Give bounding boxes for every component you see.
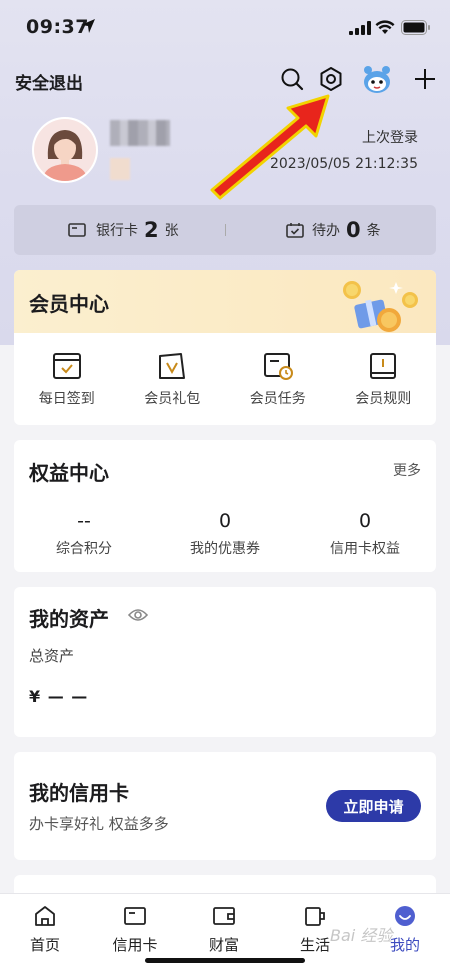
member-center-grid: 每日签到 会员礼包 会员任务 会员规则: [14, 352, 436, 412]
logout-button[interactable]: 安全退出: [15, 69, 83, 94]
bank-card-count-item[interactable]: 银行卡 2 张: [68, 205, 179, 255]
rights-stat-label: 信用卡权益: [330, 541, 400, 557]
my-assets-card: 我的资产 总资产 ¥ — —: [14, 587, 436, 737]
account-summary-bar: 银行卡 2 张 待办 0 条: [14, 205, 436, 255]
tab-home[interactable]: 首页: [10, 904, 80, 955]
tab-credit-card[interactable]: 信用卡: [100, 904, 170, 955]
bank-card-label: 银行卡: [96, 223, 138, 239]
tab-label: 首页: [29, 936, 60, 954]
home-icon: [35, 906, 55, 926]
member-item-label: 每日签到: [38, 391, 95, 407]
todo-count: 0: [346, 218, 361, 242]
member-item-gift-pack[interactable]: 会员礼包: [120, 352, 226, 412]
total-assets-label: 总资产: [29, 647, 75, 665]
divider: [225, 224, 226, 236]
member-center-card: 会员中心 每日签到 会员礼包 会员任务 会员规则: [14, 270, 436, 425]
rights-stat-value: 0: [218, 510, 232, 532]
rights-stat-value: 0: [358, 510, 372, 532]
bank-card-icon: [68, 223, 86, 237]
rules-book-icon: [370, 353, 397, 379]
female-avatar-icon: [34, 119, 96, 181]
eye-visibility-icon[interactable]: [128, 607, 148, 623]
rights-stat-credit-benefits[interactable]: 0 信用卡权益: [295, 510, 435, 558]
todo-unit: 条: [366, 223, 381, 239]
total-assets-value: ¥ — —: [29, 687, 89, 706]
member-item-label: 会员礼包: [144, 391, 201, 407]
home-indicator: [145, 958, 305, 963]
battery-icon: [401, 20, 430, 35]
cellular-signal-icon: [349, 21, 371, 35]
tab-label: 财富: [208, 936, 239, 954]
wallet-icon: [213, 907, 235, 925]
tab-label: 生活: [299, 936, 330, 954]
tab-label: 信用卡: [112, 936, 158, 954]
rights-stat-coupons[interactable]: 0 我的优惠券: [155, 510, 295, 558]
gift-pack-icon: [159, 353, 186, 379]
todo-check-icon: [286, 223, 304, 238]
credit-card-icon: [124, 907, 146, 925]
member-item-rules[interactable]: 会员规则: [331, 352, 437, 412]
rights-stat-value: --: [77, 510, 91, 532]
masked-user-tag: [110, 158, 130, 180]
rights-stat-label: 综合积分: [56, 541, 112, 557]
apply-now-button[interactable]: 立即申请: [326, 790, 421, 822]
rights-stat-points[interactable]: -- 综合积分: [14, 510, 154, 558]
user-avatar[interactable]: [32, 117, 98, 183]
checkin-icon: [52, 353, 81, 379]
add-plus-icon[interactable]: [414, 68, 436, 90]
annotation-arrow-icon: [210, 94, 330, 200]
member-item-label: 会员规则: [355, 391, 412, 407]
member-item-checkin[interactable]: 每日签到: [14, 352, 120, 412]
bank-card-count: 2: [144, 218, 159, 242]
cup-icon: [305, 907, 325, 926]
rights-center-card: 权益中心 更多 -- 综合积分 0 我的优惠券 0 信用卡权益: [14, 440, 436, 572]
profile-face-icon: [395, 906, 415, 926]
task-icon: [263, 353, 293, 380]
status-bar: 09:37: [0, 0, 450, 56]
member-center-title: 会员中心: [29, 292, 109, 316]
rights-center-title: 权益中心: [29, 461, 109, 485]
location-arrow-icon: [81, 19, 95, 33]
wifi-icon: [375, 20, 395, 34]
todo-label: 待办: [312, 223, 340, 239]
tab-label: 我的: [389, 936, 420, 954]
masked-username: [110, 120, 170, 146]
tab-wealth[interactable]: 财富: [189, 904, 259, 955]
credit-card-subtitle: 办卡享好礼 权益多多: [29, 815, 169, 833]
bank-card-unit: 张: [164, 223, 179, 239]
member-item-task[interactable]: 会员任务: [225, 352, 331, 412]
todo-count-item[interactable]: 待办 0 条: [286, 205, 381, 255]
rights-more-link[interactable]: 更多: [393, 460, 421, 480]
gift-coins-decoration-icon: [343, 281, 418, 332]
watermark: Bai 经验: [330, 926, 393, 945]
credit-card-title: 我的信用卡: [29, 781, 129, 805]
member-center-header[interactable]: 会员中心: [14, 270, 436, 333]
rights-stat-label: 我的优惠券: [190, 541, 260, 557]
my-credit-card-card: 我的信用卡 办卡享好礼 权益多多 立即申请: [14, 752, 436, 860]
assets-title: 我的资产: [29, 607, 109, 631]
last-login-label: 上次登录: [362, 130, 418, 146]
member-item-label: 会员任务: [249, 391, 306, 407]
mascot-assistant-icon[interactable]: [360, 64, 394, 94]
